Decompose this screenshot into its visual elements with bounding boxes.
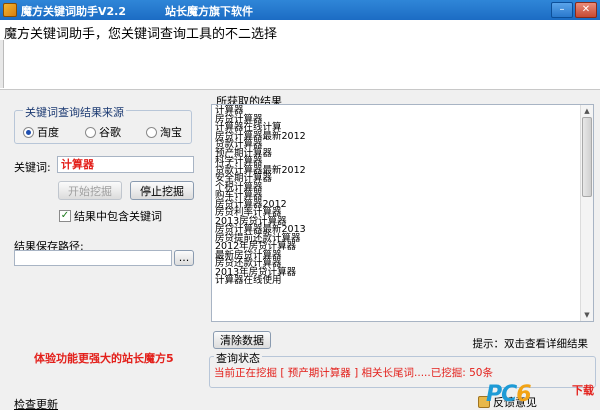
- results-list-box[interactable]: 计算器 房贷计算器 计算器在线计算 房贷计算器最新2012 贷款计算器 预产期计算器 科学计…: [211, 104, 594, 322]
- source-group-legend: 关键词查询结果来源: [23, 104, 126, 120]
- check-update-link[interactable]: 检查更新: [14, 396, 58, 410]
- scroll-thumb[interactable]: [582, 117, 592, 197]
- keyword-label: 关键词:: [14, 161, 51, 174]
- radio-circle-icon: [23, 126, 34, 138]
- banner-scrollbar[interactable]: [0, 40, 4, 88]
- window-subtitle: 站长魔方旗下软件: [165, 5, 253, 18]
- radio-circle-icon: [146, 126, 157, 138]
- app-icon: [3, 3, 17, 17]
- window-title: 魔方关键词助手V2.2: [21, 5, 126, 18]
- scroll-down-icon[interactable]: ▼: [582, 310, 592, 320]
- results-list: 计算器 房贷计算器 计算器在线计算 房贷计算器最新2012 贷款计算器 预产期计算器 科学计…: [215, 106, 306, 286]
- keyword-input[interactable]: 计算器: [57, 156, 194, 173]
- watermark-letters-b: 6: [516, 382, 531, 407]
- results-scrollbar[interactable]: ▲ ▼: [580, 105, 593, 321]
- radio-baidu[interactable]: 百度: [23, 124, 59, 140]
- watermark-letters: PC6: [486, 382, 532, 407]
- radio-circle-icon: [85, 126, 96, 138]
- scroll-up-icon[interactable]: ▲: [582, 106, 592, 116]
- status-legend: 查询状态: [214, 350, 262, 366]
- close-icon[interactable]: ✕: [575, 2, 597, 18]
- radio-taobao-label: 淘宝: [160, 126, 182, 139]
- radio-google[interactable]: 谷歌: [85, 124, 121, 140]
- start-mining-button[interactable]: 开始挖掘: [58, 181, 122, 200]
- minimize-icon[interactable]: –: [551, 2, 573, 18]
- radio-baidu-label: 百度: [37, 126, 59, 139]
- checkmark-icon: ✓: [59, 210, 71, 222]
- result-item[interactable]: 计算器在线使用: [215, 276, 306, 286]
- radio-google-label: 谷歌: [99, 126, 121, 139]
- results-hint: 提示：双击查看详细结果: [472, 338, 589, 350]
- main-panel: 关键词查询结果来源 百度 谷歌 淘宝 关键词: 计算器 开始挖掘 停止挖掘 ✓ …: [0, 90, 600, 410]
- include-keyword-checkbox[interactable]: ✓ 结果中包含关键词: [59, 208, 162, 224]
- banner-text: 魔方关键词助手，您关键词查询工具的不二选择: [4, 27, 278, 42]
- browse-button[interactable]: ...: [174, 250, 194, 266]
- radio-taobao[interactable]: 淘宝: [146, 124, 182, 140]
- save-path-input[interactable]: [14, 250, 172, 266]
- watermark-letters-a: PC: [486, 382, 517, 407]
- window-controls: – ✕: [551, 2, 597, 18]
- status-text: 当前正在挖掘 [ 预产期计算器 ] 相关长尾词.....已挖掘: 50条: [214, 367, 493, 379]
- watermark-cn: 下载: [572, 384, 594, 397]
- title-bar: 魔方关键词助手V2.2 站长魔方旗下软件 – ✕: [0, 0, 600, 20]
- clear-data-button[interactable]: 清除数据: [213, 331, 271, 349]
- promo-text[interactable]: 体验功能更强大的站长魔方5: [34, 350, 174, 366]
- include-keyword-label: 结果中包含关键词: [74, 210, 162, 223]
- banner-area: 魔方关键词助手，您关键词查询工具的不二选择: [0, 20, 600, 90]
- source-group: 关键词查询结果来源 百度 谷歌 淘宝: [14, 104, 192, 144]
- watermark-logo: PC6 下载: [486, 382, 594, 408]
- stop-mining-button[interactable]: 停止挖掘: [130, 181, 194, 200]
